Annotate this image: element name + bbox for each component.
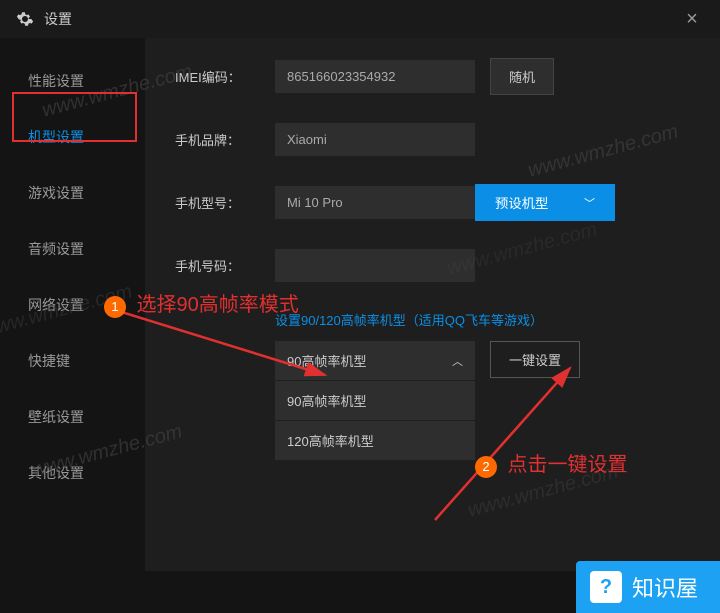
imei-label: IMEI编码： [175, 67, 275, 86]
titlebar: 设置 × [0, 0, 720, 38]
sidebar-item-model[interactable]: 机型设置 [0, 109, 145, 165]
dropdown-menu: 90高帧率机型 120高帧率机型 [275, 380, 475, 460]
phone-number-input[interactable] [275, 249, 475, 282]
close-button[interactable]: × [680, 8, 704, 31]
brand-input[interactable] [275, 123, 475, 156]
sidebar-item-shortcuts[interactable]: 快捷键 [0, 333, 145, 389]
window-title: 设置 [44, 9, 72, 29]
framerate-section-title: 设置90/120高帧率机型（适用QQ飞车等游戏） [275, 310, 690, 329]
framerate-dropdown[interactable]: 90高帧率机型 ︿ [275, 341, 475, 380]
oneclick-setup-button[interactable]: 一键设置 [490, 341, 580, 378]
chevron-up-icon: ︿ [452, 353, 463, 369]
brand-label: 手机品牌： [175, 130, 275, 149]
preset-model-label: 预设机型 [495, 193, 548, 212]
imei-input[interactable] [275, 60, 475, 93]
brand-name: 知识屋 [632, 571, 698, 603]
model-label: 手机型号： [175, 193, 275, 212]
dropdown-option-90[interactable]: 90高帧率机型 [275, 380, 475, 420]
sidebar: 性能设置 机型设置 游戏设置 音频设置 网络设置 快捷键 壁纸设置 其他设置 [0, 38, 145, 571]
model-input[interactable] [275, 186, 475, 219]
preset-model-button[interactable]: 预设机型 ﹀ [475, 184, 615, 221]
brand-logo-icon: ? [590, 571, 622, 603]
phone-number-label: 手机号码： [175, 256, 275, 275]
random-button[interactable]: 随机 [490, 58, 554, 95]
sidebar-item-performance[interactable]: 性能设置 [0, 53, 145, 109]
dropdown-option-120[interactable]: 120高帧率机型 [275, 420, 475, 460]
sidebar-item-game[interactable]: 游戏设置 [0, 165, 145, 221]
content-area: IMEI编码： 随机 手机品牌： 手机型号： 预设机型 ﹀ 手机号码： 设置 [145, 38, 720, 571]
sidebar-item-wallpaper[interactable]: 壁纸设置 [0, 389, 145, 445]
sidebar-item-other[interactable]: 其他设置 [0, 445, 145, 501]
brand-logo: ? 知识屋 [576, 561, 720, 613]
chevron-down-icon: ﹀ [584, 195, 595, 211]
dropdown-selected-label: 90高帧率机型 [287, 351, 366, 370]
sidebar-item-network[interactable]: 网络设置 [0, 277, 145, 333]
sidebar-item-audio[interactable]: 音频设置 [0, 221, 145, 277]
gear-icon [16, 10, 34, 28]
